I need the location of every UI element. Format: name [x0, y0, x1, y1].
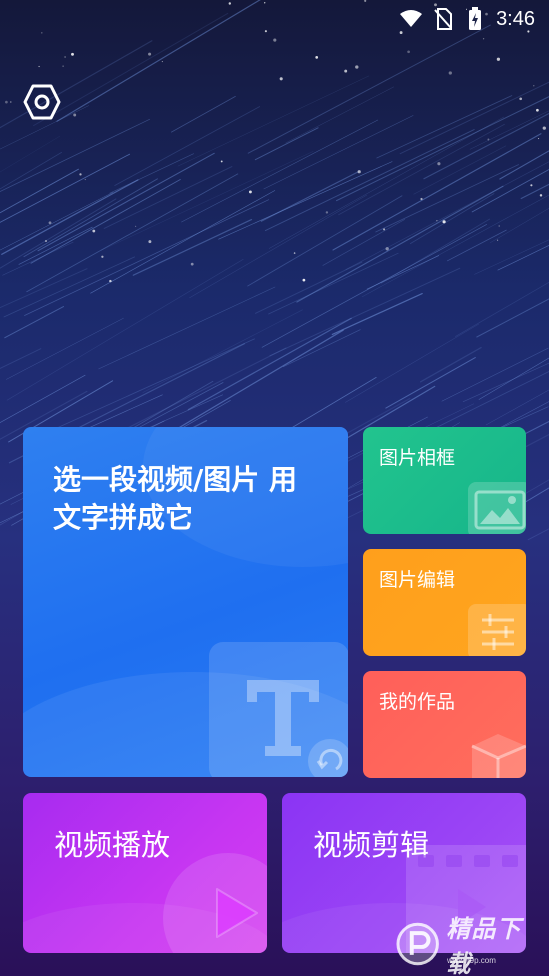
video-play-label: 视频播放	[54, 828, 171, 862]
box-icon	[471, 734, 526, 778]
photo-edit-card[interactable]: 图片编辑	[363, 549, 526, 656]
watermark-text: 精品下载	[446, 915, 522, 976]
photo-frame-label: 图片相框	[379, 447, 456, 469]
text-mosaic-title: 选一段视频/图片 用 文字拼成它	[53, 463, 297, 534]
photo-frame-card[interactable]: 图片相框	[363, 427, 526, 534]
status-bar: 3:46	[0, 0, 549, 38]
photo-edit-label: 图片编辑	[379, 569, 456, 591]
watermark: 精品下载 www.jj9p.com	[395, 915, 545, 976]
my-works-label: 我的作品	[379, 691, 456, 713]
refresh-icon	[316, 748, 343, 771]
battery-charging-icon	[464, 7, 486, 30]
watermark-url: www.jj9p.com	[447, 956, 496, 965]
my-works-card[interactable]: 我的作品	[363, 671, 526, 778]
video-play-card[interactable]: 视频播放	[23, 793, 267, 953]
wifi-icon	[400, 8, 423, 30]
play-icon	[216, 888, 258, 938]
text-mosaic-card[interactable]: 选一段视频/图片 用 文字拼成它	[23, 427, 348, 777]
no-sim-icon	[432, 8, 454, 30]
image-icon	[468, 482, 526, 534]
sliders-icon	[468, 604, 526, 656]
settings-button[interactable]	[22, 82, 62, 122]
watermark-logo-icon	[396, 922, 439, 966]
status-time: 3:46	[496, 7, 535, 30]
settings-hexagon-icon	[23, 84, 61, 120]
